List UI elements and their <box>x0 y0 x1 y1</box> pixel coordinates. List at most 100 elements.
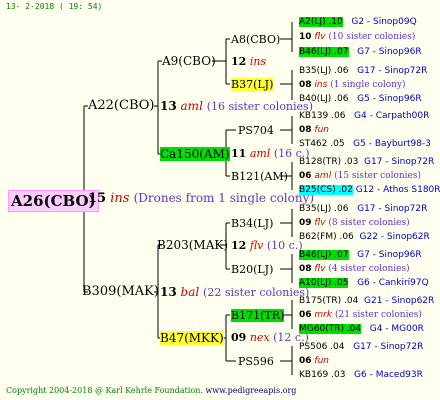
gen4-row-3[interactable]: B46(LJ) .07 G7 - Sinop96R <box>299 47 422 57</box>
gen4-row-4[interactable]: B35(LJ) .06 G17 - Sinop72R <box>299 66 427 76</box>
footer-url[interactable]: www.pedigreeapis.org <box>205 386 296 395</box>
gen4-row-1[interactable]: A2(LJ) .10 G2 - Sinop09Q <box>299 17 417 27</box>
pedigree-chart: 13- 2-2018 ( 19: 54) Copyright 2004-2018… <box>0 0 440 400</box>
gen4-row-16[interactable]: B46(LJ) .07 G7 - Sinop96R <box>299 250 422 260</box>
gen4-num: 10 <box>299 32 312 42</box>
gen4-queen[interactable]: B46(LJ) .07 <box>299 250 349 260</box>
sire-queen[interactable]: B309(MAK) <box>82 284 159 299</box>
drone-race: ins <box>110 191 130 206</box>
gen4-queen[interactable]: B35(LJ) .06 <box>299 204 349 214</box>
ca150-drone-race: aml <box>249 147 271 160</box>
gen4-queen[interactable]: A10(LJ) .05 <box>299 278 349 288</box>
b203-drone-race: flv <box>249 239 264 252</box>
b47-drone-info: 09 nex (12 c.) <box>231 331 309 344</box>
b47-queen[interactable]: B47(MKK) <box>160 331 224 345</box>
b203-drone-info: 12 flv (10 c.) <box>231 239 303 252</box>
gen4-code: G2 - Sinop09Q <box>351 17 417 27</box>
gen4-queen[interactable]: A2(LJ) .10 <box>299 17 343 27</box>
b34-queen[interactable]: B34(LJ) <box>231 217 273 230</box>
gen4-row-22[interactable]: PS506 .04 G17 - Sinop72R <box>299 342 423 352</box>
gen4-queen[interactable]: B40(LJ) .06 <box>299 94 349 104</box>
gen4-row-20: 06 mrk (21 sister colonies) <box>299 310 422 320</box>
gen4-queen[interactable]: PS506 .04 <box>299 342 345 352</box>
gen4-queen[interactable]: B62(FM) .06 <box>299 232 354 242</box>
gen4-code: G6 - Maced93R <box>354 370 423 380</box>
gen4-row-14: 09 flv (8 sister colonies) <box>299 218 410 228</box>
a22-drone-note: (16 sister colonies) <box>206 100 313 113</box>
b47-drone-race: nex <box>249 331 270 344</box>
gen4-row-19[interactable]: B175(TR) .04 G21 - Sinop62R <box>299 296 434 306</box>
gen4-num: 08 <box>299 125 312 135</box>
gen4-queen[interactable]: B25(CS) .02 <box>299 185 353 195</box>
gen4-row-13[interactable]: B35(LJ) .06 G17 - Sinop72R <box>299 204 427 214</box>
gen4-num: 08 <box>299 80 312 90</box>
ps704-queen[interactable]: PS704 <box>238 124 274 137</box>
drone-info: 15 ins (Drones from 1 single colony) <box>88 191 314 206</box>
gen4-queen[interactable]: KB139 .06 <box>299 111 345 121</box>
gen4-row-15[interactable]: B62(FM) .06 G22 - Sinop62R <box>299 232 430 242</box>
b20-queen[interactable]: B20(LJ) <box>231 263 273 276</box>
gen4-code: G17 - Sinop72R <box>364 157 435 167</box>
gen4-row-6[interactable]: B40(LJ) .06 G5 - Sinop96R <box>299 94 422 104</box>
gen4-code: G12 - Athos S180R <box>355 185 440 195</box>
gen4-queen[interactable]: MG60(TR) .04 <box>299 324 362 334</box>
gen4-code: G21 - Sinop62R <box>364 296 435 306</box>
gen4-queen[interactable]: B128(TR) .03 <box>299 157 358 167</box>
gen4-note: (10 sister colonies) <box>328 32 416 42</box>
a8-queen[interactable]: A8(CBO) <box>231 33 280 46</box>
gen4-row-12[interactable]: B25(CS) .02 G12 - Athos S180R <box>299 185 440 195</box>
a9-queen[interactable]: A9(CBO) <box>162 54 216 68</box>
b309-drone-year: 13 <box>160 285 177 299</box>
gen4-code: G7 - Sinop96R <box>357 47 422 57</box>
gen4-queen[interactable]: B35(LJ) .06 <box>299 66 349 76</box>
gen4-code: G17 - Sinop72R <box>357 66 428 76</box>
gen4-queen[interactable]: B175(TR) .04 <box>299 296 358 306</box>
gen4-row-8: 08 fun <box>299 125 329 135</box>
ca150-queen[interactable]: Ca150(AM) <box>160 147 230 161</box>
gen4-note: (4 sister colonies) <box>328 264 410 274</box>
gen4-code: G5 - Sinop96R <box>357 94 422 104</box>
b37-queen[interactable]: B37(LJ) <box>231 78 274 91</box>
gen4-code: G17 - Sinop72R <box>357 204 428 214</box>
gen4-num: 09 <box>299 218 312 228</box>
gen4-row-11: 06 aml (15 sister colonies) <box>299 171 421 181</box>
gen4-queen[interactable]: ST462 .05 <box>299 139 345 149</box>
gen4-row-10[interactable]: B128(TR) .03 G17 - Sinop72R <box>299 157 434 167</box>
gen4-race: flv <box>314 264 326 274</box>
b203-queen[interactable]: B203(MAK) <box>157 238 228 252</box>
gen4-note: (1 single colony) <box>330 80 406 90</box>
ps596-queen[interactable]: PS596 <box>238 355 274 368</box>
b47-drone-year: 09 <box>231 331 247 344</box>
gen4-note: (15 sister colonies) <box>334 171 422 181</box>
gen4-row-5: 08 ins (1 single colony) <box>299 80 406 90</box>
gen4-code: G4 - Carpath00R <box>354 111 430 121</box>
a9-drone-info: 12 ins <box>231 55 266 68</box>
b203-drone-year: 12 <box>231 239 247 252</box>
b309-drone-note: (22 sister colonies) <box>203 286 310 299</box>
gen4-row-9[interactable]: ST462 .05 G5 - Bayburt98-3 <box>299 139 431 149</box>
gen4-race: fun <box>314 125 329 135</box>
gen4-row-21[interactable]: MG60(TR) .04 G4 - MG00R <box>299 324 424 334</box>
a9-drone-year: 12 <box>231 55 247 68</box>
b171-queen[interactable]: B171(TR) <box>231 309 285 322</box>
b203-drone-note: (10 c.) <box>266 239 303 252</box>
gen4-row-7[interactable]: KB139 .06 G4 - Carpath00R <box>299 111 429 121</box>
gen4-race: fun <box>314 356 329 366</box>
gen4-note: (21 sister colonies) <box>334 310 422 320</box>
root-queen[interactable]: A26(CBO) <box>8 190 99 212</box>
gen4-num: 08 <box>299 264 312 274</box>
gen4-row-24[interactable]: KB169 .03 G6 - Maced93R <box>299 370 423 380</box>
dam-queen[interactable]: A22(CBO) <box>88 98 154 113</box>
gen4-code: G6 - Cankiri97Q <box>357 278 429 288</box>
gen4-queen[interactable]: KB169 .03 <box>299 370 345 380</box>
b309-drone-race: bal <box>180 285 200 299</box>
drone-note: (Drones from 1 single colony) <box>133 191 315 205</box>
b121-queen[interactable]: B121(AM) <box>231 170 288 183</box>
gen4-note: (8 sister colonies) <box>328 218 410 228</box>
gen4-queen[interactable]: B46(LJ) .07 <box>299 47 349 57</box>
gen4-row-23: 06 fun <box>299 356 329 366</box>
gen4-row-18[interactable]: A10(LJ) .05 G6 - Cankiri97Q <box>299 278 429 288</box>
gen4-code: G22 - Sinop62R <box>359 232 430 242</box>
ca150-drone-info: 11 aml (16 c.) <box>231 147 310 160</box>
date-stamp: 13- 2-2018 ( 19: 54) <box>6 2 103 11</box>
